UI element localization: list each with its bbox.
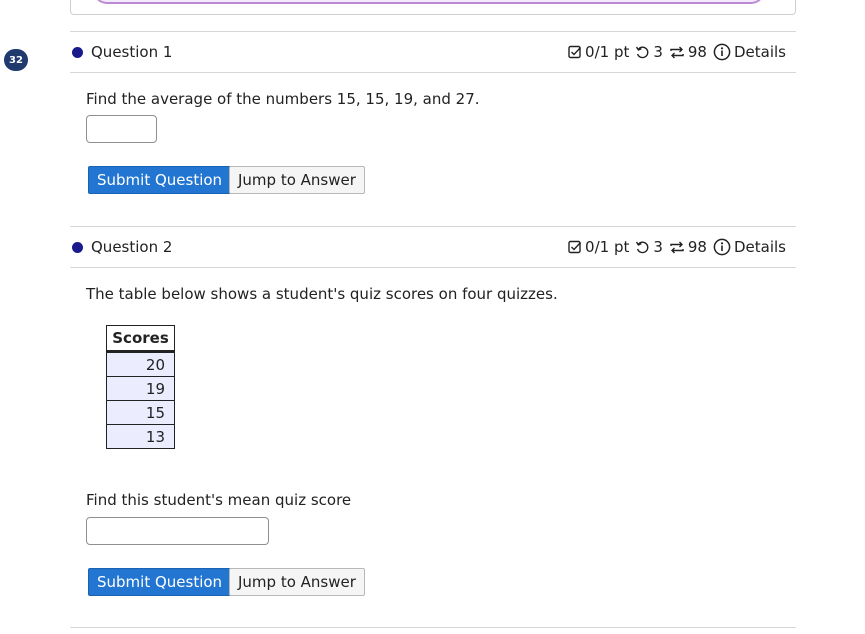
question-2-submit-button[interactable]: Submit Question — [88, 568, 232, 596]
table-row: 20 — [106, 351, 175, 377]
status-dot-icon — [72, 241, 83, 253]
score-text: 0/1 pt — [585, 43, 630, 61]
table-cell: 13 — [106, 424, 175, 449]
attempts-icon — [669, 45, 685, 60]
info-icon — [713, 43, 731, 61]
checkbox-icon — [568, 240, 582, 254]
details-label[interactable]: Details — [734, 238, 786, 256]
details-link[interactable]: Details — [713, 43, 786, 61]
question-2-title: Question 2 — [91, 238, 173, 256]
question-1-header: Question 1 0/1 pt 3 98 Details — [70, 31, 796, 73]
question-1-title-group: Question 1 — [72, 43, 172, 61]
details-label[interactable]: Details — [734, 43, 786, 61]
attempts-icon — [669, 240, 685, 255]
table-row: 13 — [106, 424, 175, 449]
question-1-meta: 0/1 pt 3 98 Details — [568, 43, 786, 61]
question-1-jump-to-answer-button[interactable]: Jump to Answer — [229, 166, 365, 194]
question-2-meta: 0/1 pt 3 98 Details — [568, 238, 786, 256]
scores-table-header: Scores — [106, 325, 175, 353]
question-2-header: Question 2 0/1 pt 3 98 Details — [70, 226, 796, 268]
question-1-submit-button[interactable]: Submit Question — [88, 166, 232, 194]
attempts-count: 98 — [687, 43, 707, 61]
attempts-count: 98 — [687, 238, 707, 256]
score-text: 0/1 pt — [585, 238, 630, 256]
table-cell: 20 — [106, 351, 175, 377]
retries-count: 3 — [653, 238, 663, 256]
question-1-title: Question 1 — [91, 43, 173, 61]
previous-answer-highlight — [93, 0, 765, 4]
question-2-prompt: The table below shows a student's quiz s… — [86, 285, 558, 303]
table-row: 15 — [106, 400, 175, 425]
retry-icon — [635, 240, 650, 255]
retry-icon — [635, 45, 650, 60]
previous-question-box — [70, 0, 796, 15]
checkbox-icon — [568, 45, 582, 59]
scores-table: Scores 20 19 15 13 — [106, 325, 175, 449]
question-1-answer-input[interactable] — [86, 115, 157, 143]
table-cell: 19 — [106, 376, 175, 401]
table-cell: 15 — [106, 400, 175, 425]
details-link[interactable]: Details — [713, 238, 786, 256]
info-icon — [713, 238, 731, 256]
question-2-title-group: Question 2 — [72, 238, 172, 256]
question-2-jump-to-answer-button[interactable]: Jump to Answer — [229, 568, 365, 596]
question-2-prompt-2: Find this student's mean quiz score — [86, 491, 352, 509]
question-1-prompt: Find the average of the numbers 15, 15, … — [86, 90, 480, 108]
divider — [70, 627, 796, 628]
status-dot-icon — [72, 46, 83, 58]
retries-count: 3 — [653, 43, 663, 61]
progress-badge[interactable]: 32 — [4, 49, 28, 71]
table-row: 19 — [106, 376, 175, 401]
question-2-answer-input[interactable] — [86, 517, 269, 545]
